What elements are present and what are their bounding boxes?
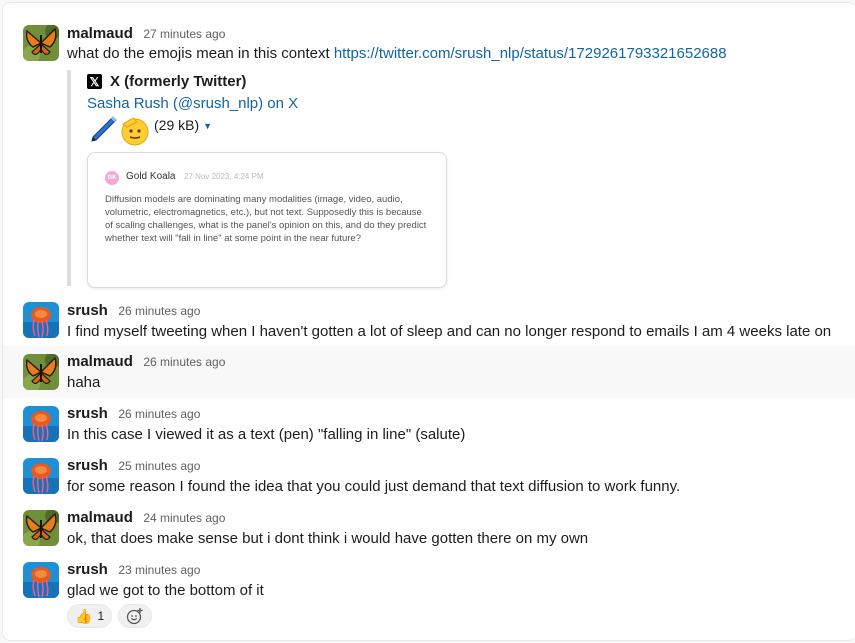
message: malmaud 24 minutes ago ok, that does mak… (3, 502, 855, 554)
jellyfish-avatar[interactable] (23, 458, 59, 494)
message-text: what do the emojis mean in this context … (67, 45, 727, 62)
timestamp[interactable]: 27 minutes ago (143, 27, 225, 41)
file-size: (29 kB) (154, 117, 200, 133)
jellyfish-avatar[interactable] (23, 302, 59, 338)
pen-icon (87, 114, 119, 146)
message-text: haha (67, 374, 101, 391)
unfurl-title[interactable]: Sasha Rush (@srush_nlp) on X (87, 95, 298, 112)
author-name[interactable]: srush (67, 302, 108, 319)
timestamp[interactable]: 26 minutes ago (143, 355, 225, 369)
timestamp[interactable]: 25 minutes ago (118, 459, 200, 473)
message: malmaud 27 minutes ago what do the emoji… (3, 3, 855, 295)
message-header: srush 26 minutes ago (67, 302, 200, 320)
timestamp[interactable]: 23 minutes ago (118, 563, 200, 577)
message-header: malmaud 26 minutes ago (67, 353, 225, 371)
butterfly-avatar[interactable] (23, 510, 59, 546)
message: srush 26 minutes ago In this case I view… (3, 398, 855, 450)
tweet-image-preview[interactable]: GK Gold Koala 27 Nov 2023, 4:24 PM Diffu… (87, 152, 447, 288)
author-name[interactable]: malmaud (67, 25, 133, 42)
add-reaction-button[interactable] (118, 604, 153, 628)
thumbs-up-reaction[interactable]: 👍 1 (67, 604, 113, 628)
message-pane: malmaud 27 minutes ago what do the emoji… (2, 2, 855, 641)
message-text: ok, that does make sense but i dont thin… (67, 530, 589, 547)
collapse-caret-icon[interactable]: ▼ (203, 121, 212, 131)
reaction-bar: 👍 1 (67, 604, 153, 628)
timestamp[interactable]: 24 minutes ago (143, 511, 225, 525)
reaction-count: 1 (97, 609, 105, 623)
jellyfish-avatar[interactable] (23, 406, 59, 442)
author-name[interactable]: malmaud (67, 509, 133, 526)
butterfly-avatar[interactable] (23, 354, 59, 390)
saluting-face-icon (119, 114, 151, 146)
butterfly-avatar[interactable] (23, 25, 59, 61)
link-unfurl: 𝕏 X (formerly Twitter) Sasha Rush (@srus… (67, 70, 491, 288)
card-date: 27 Nov 2023, 4:24 PM (184, 172, 264, 181)
message-text: glad we got to the bottom of it (67, 582, 264, 599)
message: srush 26 minutes ago I find myself tweet… (3, 295, 855, 347)
timestamp[interactable]: 26 minutes ago (118, 304, 200, 318)
message-text: I find myself tweeting when I haven't go… (67, 323, 832, 340)
jellyfish-avatar[interactable] (23, 562, 59, 598)
message-text: In this case I viewed it as a text (pen)… (67, 426, 466, 443)
timestamp[interactable]: 26 minutes ago (118, 407, 200, 421)
message-header: srush 25 minutes ago (67, 457, 200, 475)
author-name[interactable]: srush (67, 457, 108, 474)
unfurl-source: 𝕏 X (formerly Twitter) (87, 73, 246, 90)
add-reaction-icon (126, 607, 144, 625)
card-author: Gold Koala (126, 171, 176, 182)
tweet-link[interactable]: https://twitter.com/srush_nlp/status/172… (334, 45, 727, 62)
message-header: srush 23 minutes ago (67, 561, 200, 579)
author-name[interactable]: srush (67, 405, 108, 422)
message-header: srush 26 minutes ago (67, 405, 200, 423)
card-text: Diffusion models are dominating many mod… (105, 194, 427, 244)
gk-avatar: GK (105, 171, 119, 185)
author-name[interactable]: srush (67, 561, 108, 578)
message-header: malmaud 27 minutes ago (67, 25, 225, 43)
message: malmaud 26 minutes ago haha (3, 346, 855, 398)
message-text: for some reason I found the idea that yo… (67, 478, 681, 495)
author-name[interactable]: malmaud (67, 353, 133, 370)
x-logo-icon: 𝕏 (87, 74, 102, 89)
unfurl-emojis: (29 kB) ▼ (87, 114, 212, 146)
message-header: malmaud 24 minutes ago (67, 509, 225, 527)
message: srush 25 minutes ago for some reason I f… (3, 450, 855, 502)
thumbs-up-icon: 👍 (75, 607, 93, 624)
